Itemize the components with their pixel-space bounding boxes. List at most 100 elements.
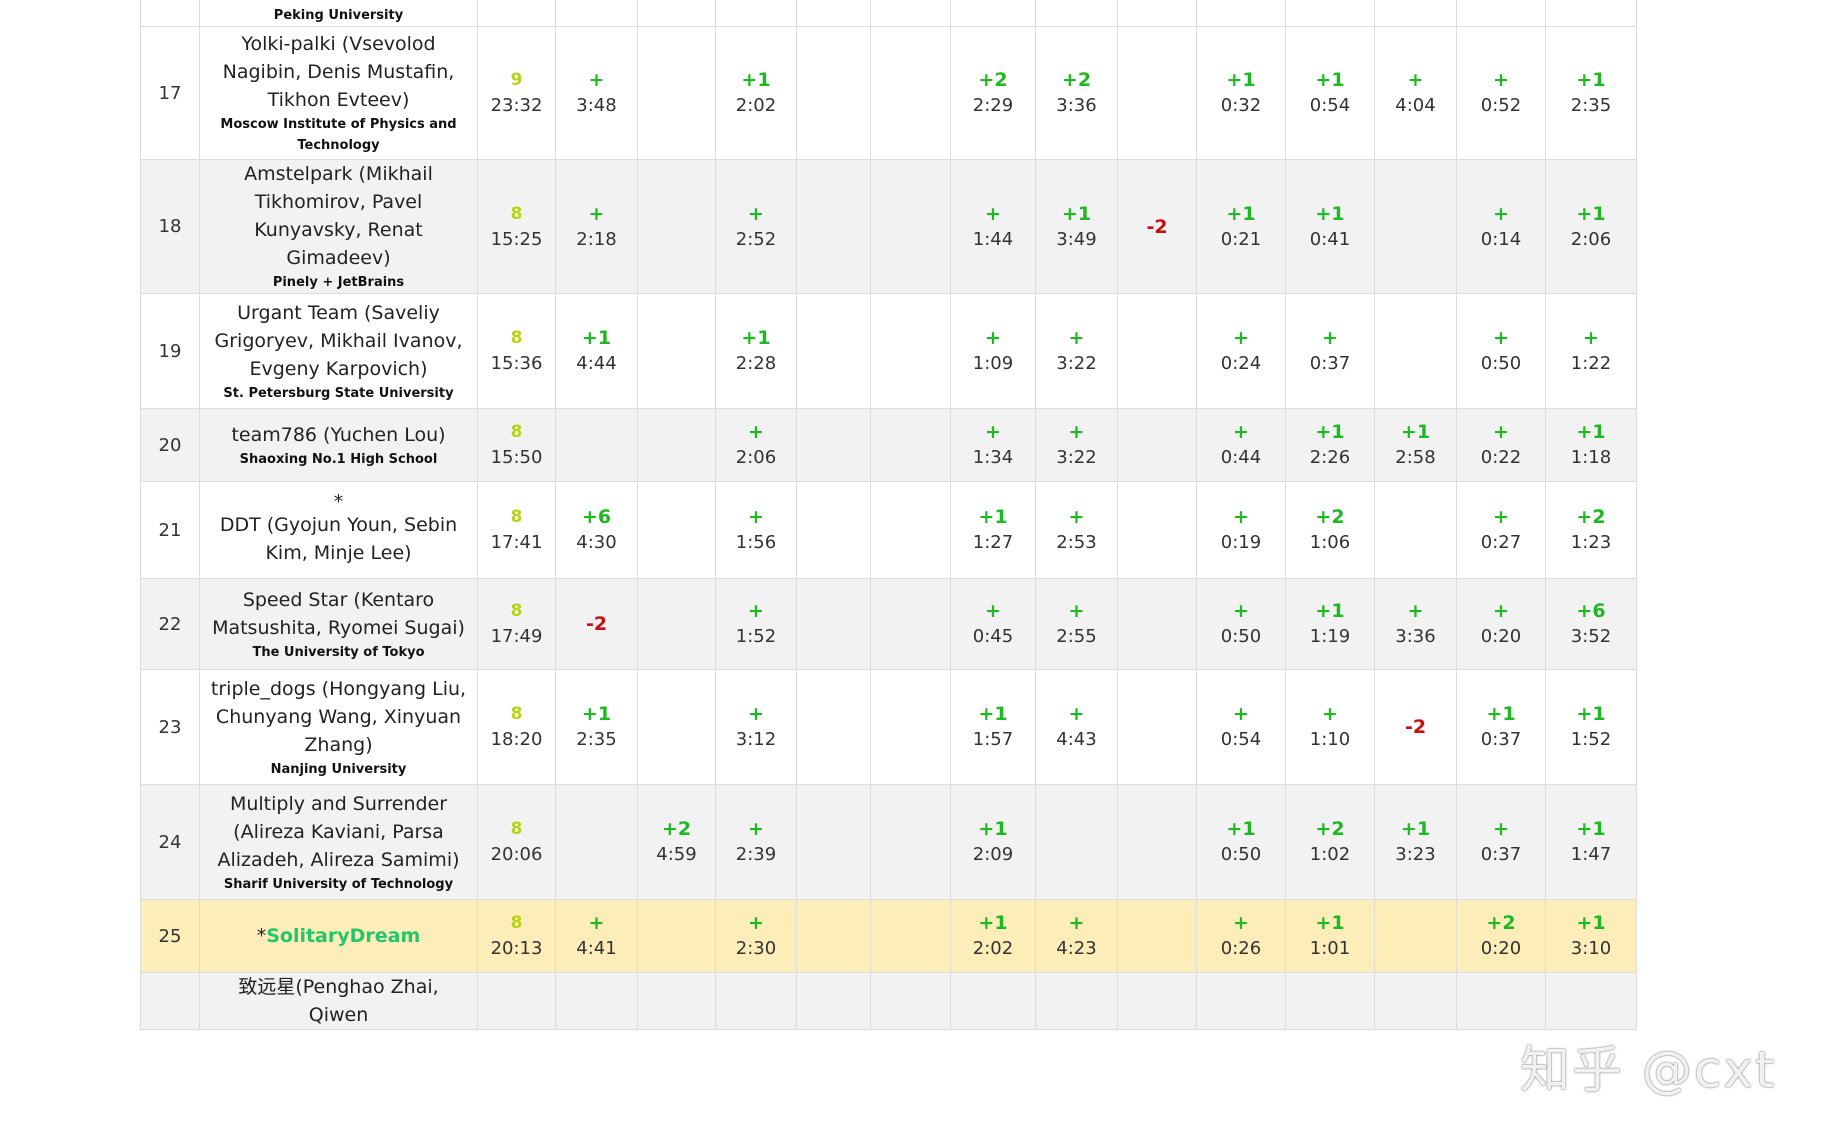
problem-cell[interactable] [870, 669, 951, 785]
problem-cell[interactable]: -2 [1117, 159, 1197, 294]
problem-cell[interactable]: +0:19 [1196, 481, 1286, 579]
problem-cell[interactable] [637, 159, 716, 294]
problem-cell[interactable]: +3:12 [715, 669, 797, 785]
problem-cell[interactable]: +1 2:06 [1545, 159, 1637, 294]
problem-cell[interactable]: +1 1:19 [1285, 578, 1375, 670]
problem-cell[interactable]: +1 2:35 [555, 669, 638, 785]
problem-cell[interactable]: +1 1:52 [1545, 669, 1637, 785]
problem-cell[interactable]: +4:41 [555, 899, 638, 973]
team-name[interactable]: Multiply and Surrender (Alireza Kaviani,… [208, 790, 469, 874]
problem-cell[interactable]: +1 4:44 [555, 293, 638, 409]
problem-cell[interactable]: +2:18 [555, 159, 638, 294]
problem-cell[interactable]: +4:04 [1374, 26, 1457, 160]
problem-cell[interactable]: +3:36 [1374, 578, 1457, 670]
problem-cell[interactable] [870, 784, 951, 900]
problem-cell[interactable]: +0:52 [1456, 26, 1546, 160]
problem-cell[interactable] [870, 578, 951, 670]
problem-cell[interactable]: +2 1:23 [1545, 481, 1637, 579]
problem-cell[interactable] [1117, 972, 1197, 1030]
problem-cell[interactable] [796, 481, 871, 579]
problem-cell[interactable] [1117, 899, 1197, 973]
team-name[interactable]: team786 (Yuchen Lou) [208, 421, 469, 449]
problem-cell[interactable]: +2:55 [1035, 578, 1118, 670]
problem-cell[interactable] [637, 578, 716, 670]
problem-cell[interactable]: +6 4:30 [555, 481, 638, 579]
problem-cell[interactable] [637, 481, 716, 579]
problem-cell[interactable]: +1:22 [1545, 293, 1637, 409]
problem-cell[interactable] [1196, 972, 1286, 1030]
team-name[interactable]: Yolki-palki (Vsevolod Nagibin, Denis Mus… [208, 30, 469, 114]
problem-cell[interactable] [1545, 0, 1637, 27]
problem-cell[interactable]: +2:53 [1035, 481, 1118, 579]
team-name[interactable]: Amstelpark (Mikhail Tikhomirov, Pavel Ku… [208, 161, 469, 273]
problem-cell[interactable]: +3:48 [555, 26, 638, 160]
problem-cell[interactable]: +6 3:52 [1545, 578, 1637, 670]
problem-cell[interactable]: +4:23 [1035, 899, 1118, 973]
team-cell[interactable]: Urgant Team (Saveliy Grigoryev, Mikhail … [199, 293, 478, 409]
problem-cell[interactable]: +0:14 [1456, 159, 1546, 294]
problem-cell[interactable] [870, 972, 951, 1030]
problem-cell[interactable] [796, 293, 871, 409]
team-cell[interactable]: Multiply and Surrender (Alireza Kaviani,… [199, 784, 478, 900]
problem-cell[interactable] [870, 408, 951, 482]
problem-cell[interactable] [637, 972, 716, 1030]
problem-cell[interactable] [637, 899, 716, 973]
problem-cell[interactable] [1117, 784, 1197, 900]
problem-cell[interactable] [796, 0, 871, 27]
problem-cell[interactable]: +1:52 [715, 578, 797, 670]
problem-cell[interactable] [796, 972, 871, 1030]
problem-cell[interactable]: +2:52 [715, 159, 797, 294]
team-cell[interactable]: Yolki-palki (Vsevolod Nagibin, Denis Mus… [199, 26, 478, 160]
problem-cell[interactable]: +1 2:28 [715, 293, 797, 409]
problem-cell[interactable]: +1 1:57 [950, 669, 1036, 785]
problem-cell[interactable]: +0:20 [1456, 578, 1546, 670]
team-name[interactable]: triple_dogs (Hongyang Liu, Chunyang Wang… [208, 675, 469, 759]
problem-cell[interactable]: +3:22 [1035, 293, 1118, 409]
problem-cell[interactable]: +2 2:29 [950, 26, 1036, 160]
problem-cell[interactable] [1196, 0, 1286, 27]
problem-cell[interactable]: +1 0:41 [1285, 159, 1375, 294]
problem-cell[interactable] [1374, 293, 1457, 409]
problem-cell[interactable] [796, 784, 871, 900]
team-cell[interactable]: 致远星(Penghao Zhai, Qiwen [199, 972, 478, 1030]
problem-cell[interactable] [715, 972, 797, 1030]
problem-cell[interactable]: +1 1:18 [1545, 408, 1637, 482]
problem-cell[interactable] [1117, 0, 1197, 27]
problem-cell[interactable]: +1 2:58 [1374, 408, 1457, 482]
team-name[interactable]: SolitaryDream [266, 925, 420, 947]
problem-cell[interactable] [1117, 26, 1197, 160]
problem-cell[interactable] [1035, 972, 1118, 1030]
problem-cell[interactable]: +1 1:27 [950, 481, 1036, 579]
problem-cell[interactable]: +1 0:54 [1285, 26, 1375, 160]
problem-cell[interactable]: +1 3:10 [1545, 899, 1637, 973]
problem-cell[interactable] [555, 408, 638, 482]
problem-cell[interactable] [1456, 972, 1546, 1030]
problem-cell[interactable] [637, 26, 716, 160]
problem-cell[interactable]: +0:44 [1196, 408, 1286, 482]
problem-cell[interactable]: +1 0:50 [1196, 784, 1286, 900]
problem-cell[interactable] [1117, 481, 1197, 579]
problem-cell[interactable]: +1 2:35 [1545, 26, 1637, 160]
problem-cell[interactable] [555, 0, 638, 27]
problem-cell[interactable] [870, 26, 951, 160]
team-cell[interactable]: *SolitaryDream [199, 899, 478, 973]
problem-cell[interactable]: +1:56 [715, 481, 797, 579]
problem-cell[interactable]: +0:45 [950, 578, 1036, 670]
problem-cell[interactable] [1117, 293, 1197, 409]
problem-cell[interactable]: +1 3:49 [1035, 159, 1118, 294]
problem-cell[interactable] [637, 669, 716, 785]
problem-cell[interactable] [1117, 669, 1197, 785]
problem-cell[interactable]: +2:30 [715, 899, 797, 973]
problem-cell[interactable]: +1 2:09 [950, 784, 1036, 900]
problem-cell[interactable]: +1 0:32 [1196, 26, 1286, 160]
problem-cell[interactable]: -2 [555, 578, 638, 670]
team-cell[interactable]: Amstelpark (Mikhail Tikhomirov, Pavel Ku… [199, 159, 478, 294]
problem-cell[interactable]: +2 0:20 [1456, 899, 1546, 973]
problem-cell[interactable] [555, 784, 638, 900]
problem-cell[interactable] [1374, 481, 1457, 579]
problem-cell[interactable]: +1 2:02 [950, 899, 1036, 973]
problem-cell[interactable]: +4:43 [1035, 669, 1118, 785]
problem-cell[interactable] [796, 408, 871, 482]
problem-cell[interactable] [637, 293, 716, 409]
problem-cell[interactable] [1117, 578, 1197, 670]
